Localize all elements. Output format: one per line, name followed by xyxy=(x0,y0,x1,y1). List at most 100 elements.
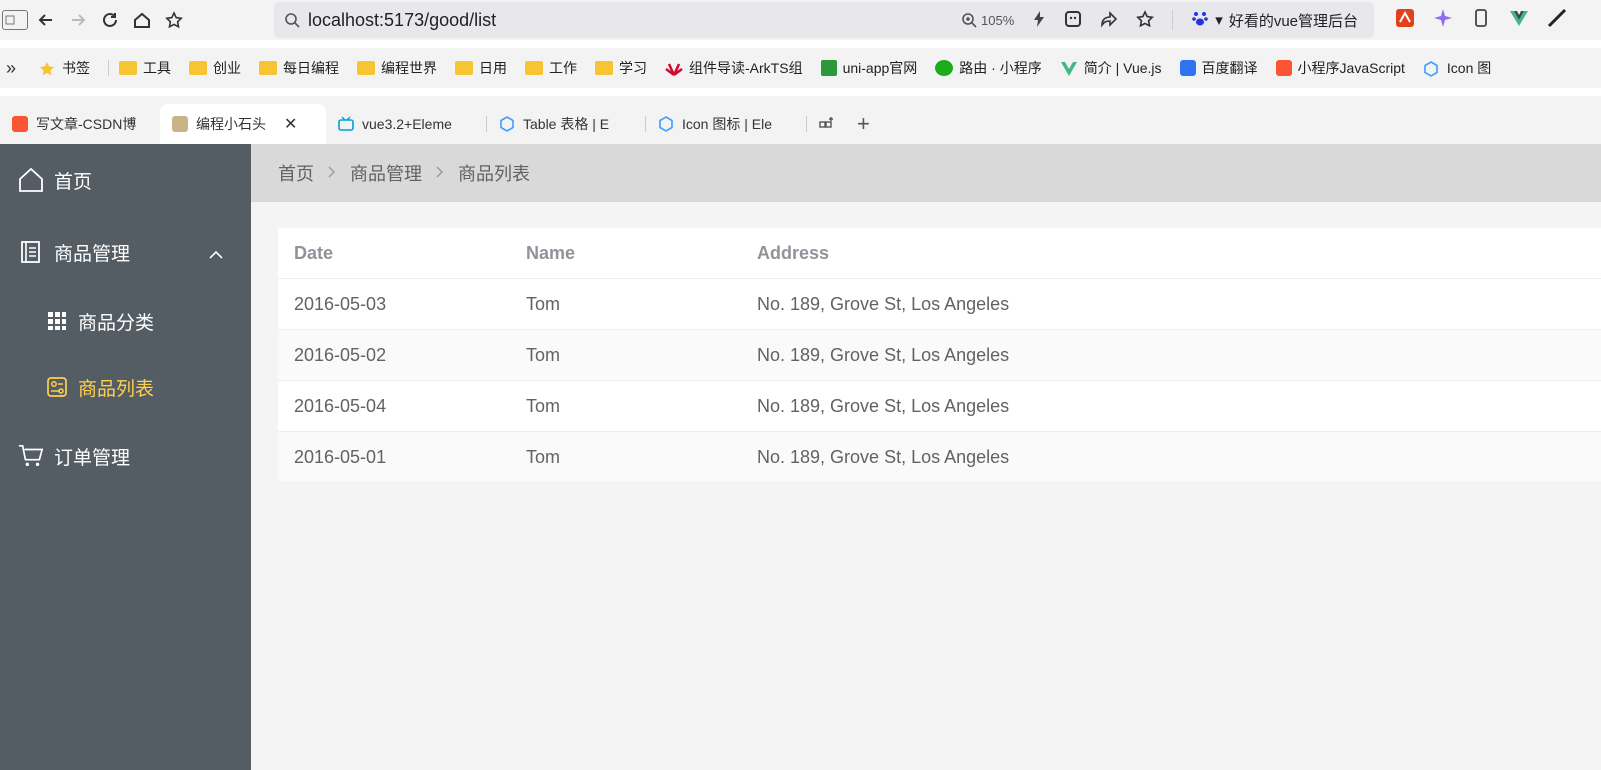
sidebar: 首页 商品管理 商品分类 商品列表 订单管理 xyxy=(0,144,251,770)
browser-tab[interactable]: Icon 图标 | Ele xyxy=(646,104,806,144)
bookmark-item[interactable]: 简介 | Vue.js xyxy=(1060,58,1162,78)
vue-devtools-icon[interactable] xyxy=(1509,8,1529,33)
close-icon[interactable]: ✕ xyxy=(284,114,297,134)
bookmark-item[interactable]: 百度翻译 xyxy=(1179,58,1258,78)
chevron-up-icon[interactable] xyxy=(209,244,223,266)
bookmark-label: Icon 图 xyxy=(1446,60,1492,76)
bookmark-item[interactable]: Icon 图 xyxy=(1423,58,1491,78)
bookmark-folder[interactable]: 日用 xyxy=(455,58,507,78)
cell-address: No. 189, Grove St, Los Angeles xyxy=(757,395,1010,416)
bookmark-label: 创业 xyxy=(213,60,242,76)
back-icon[interactable] xyxy=(32,6,60,34)
favorite-star-icon[interactable] xyxy=(1136,9,1155,31)
extension-icon[interactable] xyxy=(1547,8,1567,33)
app-root: 首页 商品管理 商品分类 商品列表 订单管理 首页 商品管理 商品列表 Date… xyxy=(0,144,1601,770)
bookmarks-bar: » 书签 工具 创业 每日编程 编程世界 日用 工作 学习 组件导读-ArkTS… xyxy=(0,48,1601,88)
bookmark-folder[interactable]: 学习 xyxy=(595,58,647,78)
list-settings-icon xyxy=(46,376,68,398)
share-icon[interactable] xyxy=(1100,10,1118,31)
pdf-extension-icon[interactable] xyxy=(1395,8,1415,33)
bookmark-label: 工具 xyxy=(143,60,172,76)
bookmark-folder[interactable]: 工具 xyxy=(119,58,171,78)
table-row[interactable]: 2016-05-01 Tom No. 189, Grove St, Los An… xyxy=(278,432,1601,483)
screenshot-icon[interactable] xyxy=(1064,10,1082,31)
tab-strip: 写文章-CSDN博 编程小石头 ✕ vue3.2+Eleme Table 表格 … xyxy=(0,96,1601,144)
tab-groups-icon[interactable] xyxy=(807,104,847,144)
reload-icon[interactable] xyxy=(96,6,124,34)
table-row[interactable]: 2016-05-03 Tom No. 189, Grove St, Los An… xyxy=(278,279,1601,330)
zoom-icon[interactable]: 105% xyxy=(961,12,1014,28)
zoom-level: 105% xyxy=(981,12,1015,28)
chevron-down-icon: ▾ xyxy=(1215,12,1223,29)
tab-title: Icon 图标 | Ele xyxy=(682,116,773,132)
bookmark-folder[interactable]: 编程世界 xyxy=(357,58,437,78)
more-bookmarks-icon[interactable]: » xyxy=(6,58,16,79)
sidebar-item-goods-list[interactable]: 商品列表 xyxy=(0,354,251,420)
cell-date: 2016-05-04 xyxy=(294,395,387,416)
sidebar-item-orders[interactable]: 订单管理 xyxy=(0,420,251,492)
sidebar-item-label: 商品分类 xyxy=(78,312,155,334)
bookmark-label: uni-app官网 xyxy=(842,60,918,76)
address-actions: 105% ▾ 好看的vue管理后台 xyxy=(961,2,1374,38)
home-icon xyxy=(18,167,44,193)
folder-icon xyxy=(259,61,278,75)
folder-icon xyxy=(595,61,614,75)
baidu-paw-icon xyxy=(1191,9,1209,31)
bookmark-item[interactable]: 路由 · 小程序 xyxy=(935,58,1042,78)
breadcrumb: 首页 商品管理 商品列表 xyxy=(251,144,1601,202)
bookmark-label: 路由 · 小程序 xyxy=(959,60,1042,76)
table-row[interactable]: 2016-05-04 Tom No. 189, Grove St, Los An… xyxy=(278,381,1601,432)
bookmark-item[interactable]: 组件导读-ArkTS组 xyxy=(665,58,803,78)
sidebar-item-home[interactable]: 首页 xyxy=(0,144,251,216)
sidebar-item-goods-category[interactable]: 商品分类 xyxy=(0,288,251,354)
browser-tab[interactable]: Table 表格 | E xyxy=(487,104,645,144)
cell-name: Tom xyxy=(526,293,561,314)
cell-name: Tom xyxy=(526,395,561,416)
chevron-right-icon xyxy=(328,165,336,181)
home-icon[interactable] xyxy=(128,6,156,34)
browser-tab[interactable]: vue3.2+Eleme xyxy=(326,104,486,144)
element-icon xyxy=(1423,61,1441,77)
bookmark-item[interactable]: 小程序JavaScript xyxy=(1275,58,1405,78)
bookmark-folder[interactable]: 创业 xyxy=(189,58,241,78)
column-header-date: Date xyxy=(294,242,334,263)
sidebar-item-label: 商品列表 xyxy=(78,378,155,400)
folder-icon xyxy=(189,61,208,75)
table-header: Date Name Address xyxy=(278,228,1601,279)
bookmark-label: 书签 xyxy=(62,60,91,76)
tab-list-icon[interactable] xyxy=(2,10,28,30)
folder-icon xyxy=(357,61,376,75)
phone-icon[interactable] xyxy=(1471,8,1491,33)
bookmark-label: 百度翻译 xyxy=(1201,60,1258,76)
bookmark-item[interactable]: uni-app官网 xyxy=(820,58,918,78)
breadcrumb-goods[interactable]: 商品管理 xyxy=(350,160,422,186)
cell-address: No. 189, Grove St, Los Angeles xyxy=(757,344,1010,365)
bookmark-folder[interactable]: 工作 xyxy=(525,58,577,78)
site-search[interactable]: ▾ 好看的vue管理后台 xyxy=(1191,9,1358,31)
browser-tab-active[interactable]: 编程小石头 ✕ xyxy=(160,104,326,144)
chevron-right-icon xyxy=(436,165,444,181)
ai-extension-icon[interactable] xyxy=(1433,8,1453,33)
folder-icon xyxy=(119,61,138,75)
breadcrumb-current: 商品列表 xyxy=(458,164,530,184)
bookmark-label: 学习 xyxy=(619,60,648,76)
column-header-name: Name xyxy=(526,242,576,263)
tab-title: Table 表格 | E xyxy=(523,116,610,132)
new-tab-icon[interactable]: + xyxy=(847,104,887,144)
sidebar-item-label: 订单管理 xyxy=(54,447,131,469)
bookmark-label: 日用 xyxy=(479,60,508,76)
bookmark-item[interactable]: 书签 xyxy=(38,58,90,78)
address-bar[interactable]: localhost:5173/good/list 105% ▾ 好看的vue管理… xyxy=(274,2,1374,38)
cell-address: No. 189, Grove St, Los Angeles xyxy=(757,293,1010,314)
bookmark-folder[interactable]: 每日编程 xyxy=(259,58,339,78)
tab-title: 编程小石头 xyxy=(196,116,266,132)
breadcrumb-home[interactable]: 首页 xyxy=(278,160,314,186)
browser-tab[interactable]: 写文章-CSDN博 xyxy=(0,104,160,144)
table-row[interactable]: 2016-05-02 Tom No. 189, Grove St, Los An… xyxy=(278,330,1601,381)
forward-icon[interactable] xyxy=(64,6,92,34)
cell-address: No. 189, Grove St, Los Angeles xyxy=(757,446,1010,467)
bookmark-star-icon[interactable] xyxy=(160,6,188,34)
lightning-icon[interactable] xyxy=(1032,10,1046,31)
sidebar-item-goods[interactable]: 商品管理 xyxy=(0,216,251,288)
wechat-icon xyxy=(935,60,954,76)
